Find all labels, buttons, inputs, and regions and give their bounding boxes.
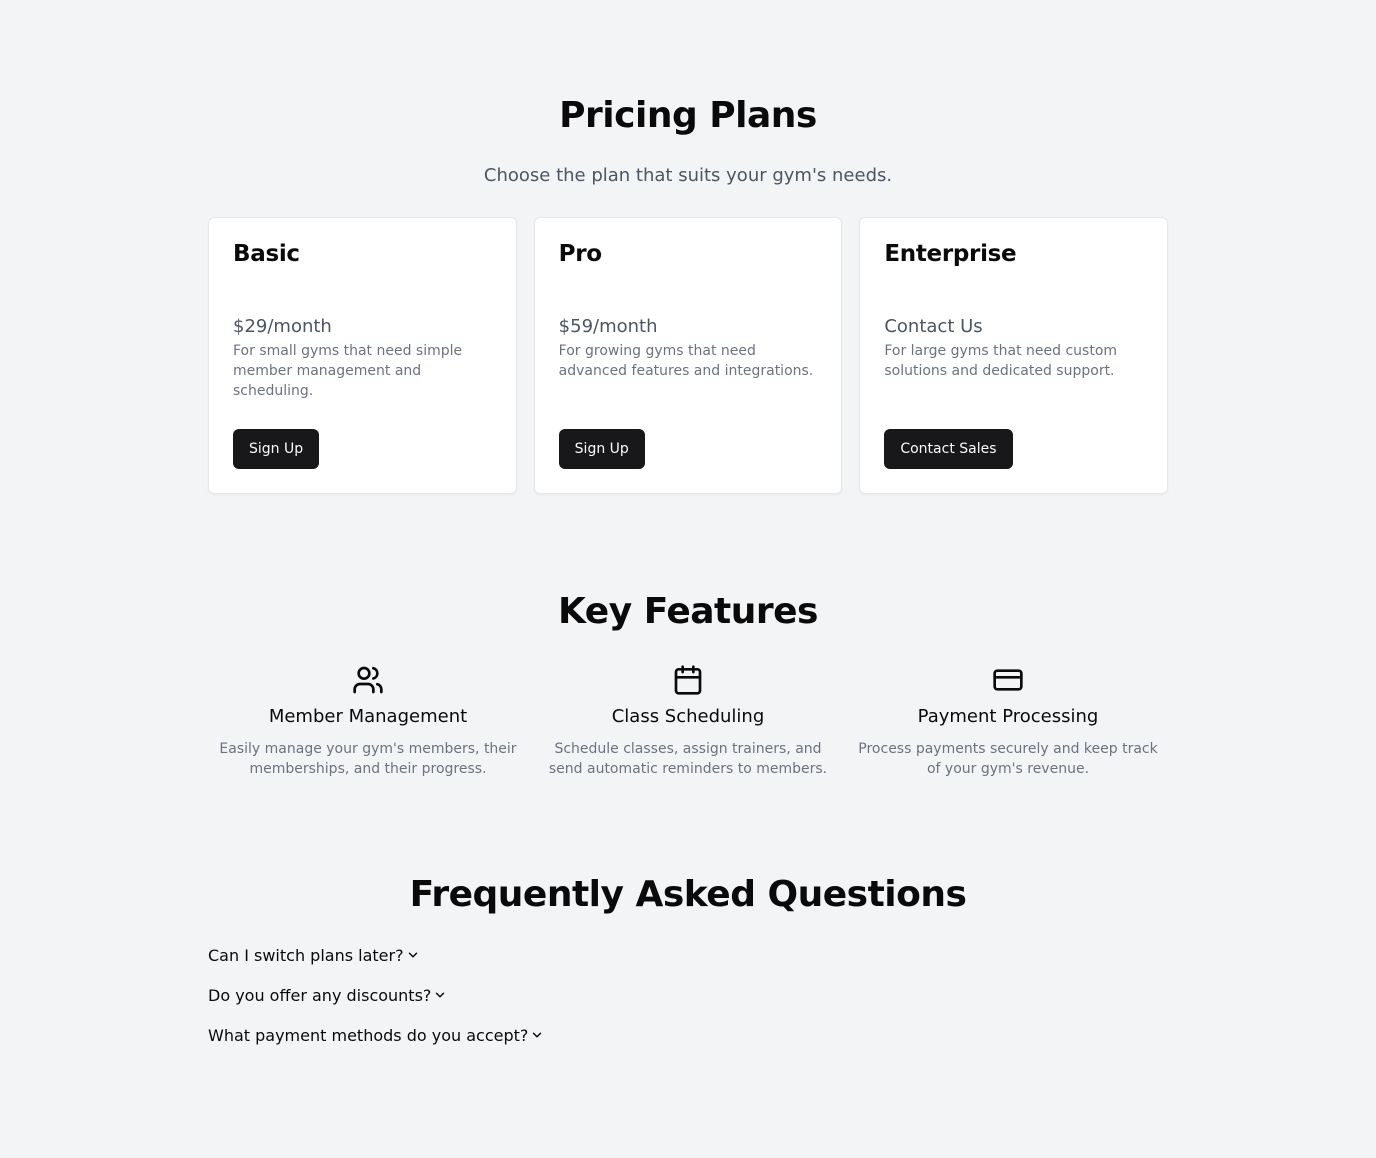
credit-card-icon bbox=[993, 669, 1023, 691]
sign-up-button[interactable]: Sign Up bbox=[558, 429, 645, 469]
faq-title: Frequently Asked Questions bbox=[409, 874, 967, 915]
chevron-down-icon bbox=[436, 992, 445, 998]
pricing-title: Pricing Plans bbox=[559, 95, 817, 136]
chevron-down-icon bbox=[533, 1032, 542, 1038]
feature-payment-processing: Payment Processing Process payments secu… bbox=[848, 664, 1168, 779]
plan-name: Basic bbox=[233, 241, 300, 267]
pricing-subtitle: Choose the plan that suits your gym's ne… bbox=[483, 165, 893, 186]
plan-price: Contact Us bbox=[884, 316, 983, 337]
faq-question: Do you offer any discounts? bbox=[208, 985, 432, 1005]
feature-description: Schedule classes, assign trainers, and s… bbox=[548, 741, 828, 777]
plan-description: For small gyms that need simple member m… bbox=[233, 343, 463, 399]
faq-item[interactable]: Do you offer any discounts? bbox=[208, 983, 1168, 1007]
feature-title: Member Management bbox=[268, 706, 468, 727]
plan-price: $59/month bbox=[558, 316, 658, 337]
feature-member-management: Member Management Easily manage your gym… bbox=[208, 664, 528, 779]
features-section: Key Features Member Management Easily ma… bbox=[208, 590, 1168, 779]
feature-description: Easily manage your gym's members, their … bbox=[219, 741, 517, 777]
faq-question: What payment methods do you accept? bbox=[208, 1025, 529, 1045]
faq-section: Frequently Asked Questions Can I switch … bbox=[208, 873, 1168, 1047]
feature-description: Process payments securely and keep track… bbox=[858, 741, 1158, 777]
pricing-section: Pricing Plans Choose the plan that suits… bbox=[208, 0, 1169, 494]
page-container: Pricing Plans Choose the plan that suits… bbox=[208, 0, 1169, 1047]
plan-description: For large gyms that need custom solution… bbox=[884, 343, 1118, 379]
plan-card-enterprise: Enterprise Contact Us For large gyms tha… bbox=[859, 217, 1169, 494]
chevron-down-icon bbox=[408, 952, 417, 958]
feature-class-scheduling: Class Scheduling Schedule classes, assig… bbox=[528, 664, 848, 779]
plan-name: Enterprise bbox=[884, 241, 1017, 267]
faq-list: Can I switch plans later? Do you offer a… bbox=[208, 943, 1168, 1047]
plan-description: For growing gyms that need advanced feat… bbox=[558, 343, 814, 379]
plan-price: $29/month bbox=[233, 316, 332, 337]
features-title: Key Features bbox=[558, 591, 818, 632]
plans-grid: Basic $29/month For small gyms that need… bbox=[208, 217, 1169, 494]
plan-name: Pro bbox=[558, 241, 602, 267]
plan-card-basic: Basic $29/month For small gyms that need… bbox=[208, 217, 517, 494]
plan-card-pro: Pro $59/month For growing gyms that need… bbox=[533, 217, 843, 494]
faq-question: Can I switch plans later? bbox=[208, 945, 404, 965]
feature-title: Class Scheduling bbox=[611, 706, 765, 727]
faq-item[interactable]: Can I switch plans later? bbox=[208, 943, 1168, 967]
features-grid: Member Management Easily manage your gym… bbox=[208, 664, 1168, 779]
sign-up-button[interactable]: Sign Up bbox=[233, 429, 320, 469]
contact-sales-button[interactable]: Contact Sales bbox=[884, 429, 1013, 469]
calendar-icon bbox=[674, 665, 702, 695]
faq-item[interactable]: What payment methods do you accept? bbox=[208, 1023, 1168, 1047]
users-icon bbox=[353, 666, 383, 694]
feature-title: Payment Processing bbox=[917, 706, 1099, 727]
